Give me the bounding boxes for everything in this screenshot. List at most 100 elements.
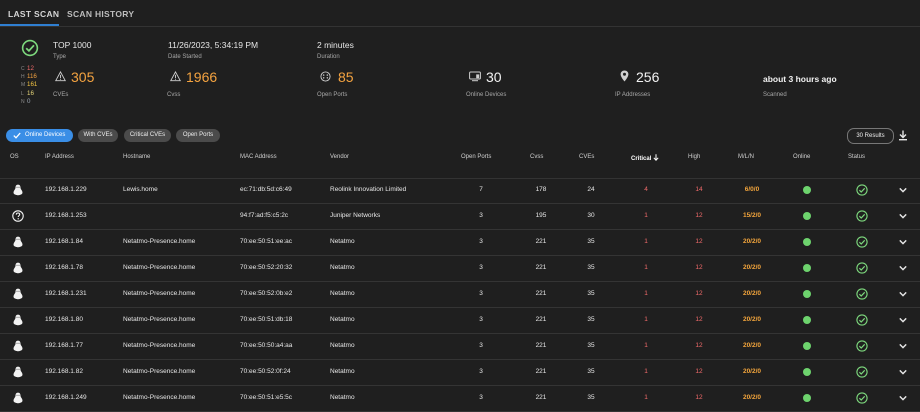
cell-cvss: 221 bbox=[535, 290, 547, 297]
cell-mac-address: 70:ee:50:52:0f:24 bbox=[240, 368, 291, 375]
linux-icon bbox=[13, 288, 23, 300]
linux-icon bbox=[13, 262, 23, 274]
cell-ip-address: 192.168.1.78 bbox=[45, 264, 83, 271]
table-row[interactable]: 192.168.1.84 Netatmo-Presence.home 70:ee:5… bbox=[0, 230, 920, 256]
filter-open-ports[interactable]: Open Ports bbox=[176, 129, 220, 142]
filter-online-devices-label: Online Devices bbox=[25, 132, 66, 138]
chevron-down-icon[interactable] bbox=[898, 341, 908, 351]
table-row[interactable]: 192.168.1.253 94:f7:ad:f5:c5:2c Juniper Ne… bbox=[0, 204, 920, 230]
col-mln[interactable]: M/L/N bbox=[738, 154, 754, 160]
col-open-ports[interactable]: Open Ports bbox=[461, 154, 491, 160]
cell-hostname: Netatmo-Presence.home bbox=[123, 342, 196, 349]
cvss-label: Cvss bbox=[167, 92, 181, 98]
download-icon[interactable] bbox=[898, 130, 908, 141]
chevron-down-icon[interactable] bbox=[898, 211, 908, 221]
cell-open-ports: 7 bbox=[479, 186, 483, 193]
severity-value: 16 bbox=[27, 89, 34, 97]
cell-ip-address: 192.168.1.229 bbox=[45, 186, 87, 193]
cell-critical: 1 bbox=[644, 290, 648, 297]
scanned-label: Scanned bbox=[763, 92, 787, 98]
sort-descending-icon bbox=[653, 154, 659, 161]
table-row[interactable]: 192.168.1.82 Netatmo-Presence.home 70:ee:5… bbox=[0, 360, 920, 386]
col-status[interactable]: Status bbox=[848, 154, 865, 160]
table-row[interactable]: 192.168.1.78 Netatmo-Presence.home 70:ee:5… bbox=[0, 256, 920, 282]
tab-scan-history[interactable]: SCAN HISTORY bbox=[67, 9, 134, 19]
duration-value: 2 minutes bbox=[317, 40, 354, 50]
filter-critical-cves[interactable]: Critical CVEs bbox=[124, 129, 171, 142]
ip-addresses-label: IP Addresses bbox=[615, 92, 651, 98]
cell-mln: 20/2/0 bbox=[742, 316, 762, 323]
device-table-body: 192.168.1.229 Lewis.home ec:71:db:5d:c6:49… bbox=[0, 178, 920, 412]
severity-value: 116 bbox=[27, 73, 37, 81]
cves-total: 305 bbox=[71, 69, 95, 85]
cell-open-ports: 3 bbox=[479, 342, 483, 349]
table-row[interactable]: 192.168.1.229 Lewis.home ec:71:db:5d:c6:49… bbox=[0, 178, 920, 204]
col-hostname[interactable]: Hostname bbox=[123, 154, 150, 160]
col-critical-label: Critical bbox=[631, 156, 652, 162]
status-ok-icon bbox=[856, 340, 868, 352]
cell-vendor: Netatmo bbox=[330, 368, 355, 375]
col-online[interactable]: Online bbox=[793, 154, 810, 160]
status-ok-icon bbox=[856, 184, 868, 196]
chevron-down-icon[interactable] bbox=[898, 185, 908, 195]
scan-type-label: Type bbox=[53, 54, 67, 60]
table-row[interactable]: 192.168.1.249 Netatmo-Presence.home 70:ee:… bbox=[0, 386, 920, 412]
filter-online-devices[interactable]: Online Devices bbox=[6, 129, 73, 142]
results-count: 30 Results bbox=[847, 128, 894, 144]
table-header: OS IP Address Hostname MAC Address Vendo… bbox=[0, 150, 920, 179]
col-high[interactable]: High bbox=[688, 154, 700, 160]
cell-mln: 20/2/0 bbox=[742, 342, 762, 349]
cell-mac-address: 70:ee:50:51:e5:5c bbox=[240, 394, 293, 401]
cell-high: 12 bbox=[695, 342, 703, 349]
cell-cves: 35 bbox=[587, 368, 595, 375]
cell-mln: 20/2/0 bbox=[742, 238, 762, 245]
cell-ip-address: 192.168.1.231 bbox=[45, 290, 87, 297]
cell-cvss: 178 bbox=[535, 186, 547, 193]
severity-count-c: C 12 bbox=[21, 65, 37, 73]
chevron-down-icon[interactable] bbox=[898, 315, 908, 325]
cves-label: CVEs bbox=[53, 92, 69, 98]
col-vendor[interactable]: Vendor bbox=[330, 154, 349, 160]
open-ports-label: Open Ports bbox=[317, 92, 348, 98]
chevron-down-icon[interactable] bbox=[898, 289, 908, 299]
cell-ip-address: 192.168.1.77 bbox=[45, 342, 83, 349]
cell-open-ports: 3 bbox=[479, 290, 483, 297]
col-mac-address[interactable]: MAC Address bbox=[240, 154, 277, 160]
table-row[interactable]: 192.168.1.80 Netatmo-Presence.home 70:ee:5… bbox=[0, 308, 920, 334]
cell-ip-address: 192.168.1.84 bbox=[45, 238, 83, 245]
col-cvss[interactable]: Cvss bbox=[530, 154, 543, 160]
chevron-down-icon[interactable] bbox=[898, 367, 908, 377]
filter-with-cves[interactable]: With CVEs bbox=[78, 129, 118, 142]
cell-critical: 4 bbox=[644, 186, 648, 193]
tab-last-scan[interactable]: LAST SCAN bbox=[8, 9, 59, 19]
chevron-down-icon[interactable] bbox=[898, 237, 908, 247]
col-cves[interactable]: CVEs bbox=[579, 154, 594, 160]
status-ok-icon bbox=[856, 392, 868, 404]
cell-cves: 35 bbox=[587, 342, 595, 349]
severity-breakdown: C 12 H 116 M 161 L 16 N 0 bbox=[21, 65, 37, 106]
severity-count-m: M 161 bbox=[21, 81, 37, 89]
cell-open-ports: 3 bbox=[479, 316, 483, 323]
cell-high: 12 bbox=[695, 368, 703, 375]
cell-critical: 1 bbox=[644, 238, 648, 245]
chevron-down-icon[interactable] bbox=[898, 263, 908, 273]
status-ok-icon bbox=[856, 288, 868, 300]
cell-vendor: Netatmo bbox=[330, 342, 355, 349]
chevron-down-icon[interactable] bbox=[898, 393, 908, 403]
cell-cvss: 195 bbox=[535, 212, 547, 219]
cell-mln: 20/2/0 bbox=[742, 394, 762, 401]
table-row[interactable]: 192.168.1.77 Netatmo-Presence.home 70:ee:5… bbox=[0, 334, 920, 360]
table-row[interactable]: 192.168.1.231 Netatmo-Presence.home 70:ee:… bbox=[0, 282, 920, 308]
cell-hostname: Netatmo-Presence.home bbox=[123, 238, 196, 245]
cell-critical: 1 bbox=[644, 342, 648, 349]
col-ip-address[interactable]: IP Address bbox=[45, 154, 74, 160]
col-os[interactable]: OS bbox=[10, 154, 19, 160]
cell-mln: 6/0/0 bbox=[744, 186, 760, 193]
cell-vendor: Netatmo bbox=[330, 264, 355, 271]
cell-mac-address: ec:71:db:5d:c6:49 bbox=[240, 186, 292, 193]
cell-ip-address: 192.168.1.249 bbox=[45, 394, 87, 401]
cell-cvss: 221 bbox=[535, 342, 547, 349]
cell-mac-address: 70:ee:50:50:a4:aa bbox=[240, 342, 293, 349]
col-critical[interactable]: Critical bbox=[631, 154, 659, 162]
cell-vendor: Netatmo bbox=[330, 316, 355, 323]
